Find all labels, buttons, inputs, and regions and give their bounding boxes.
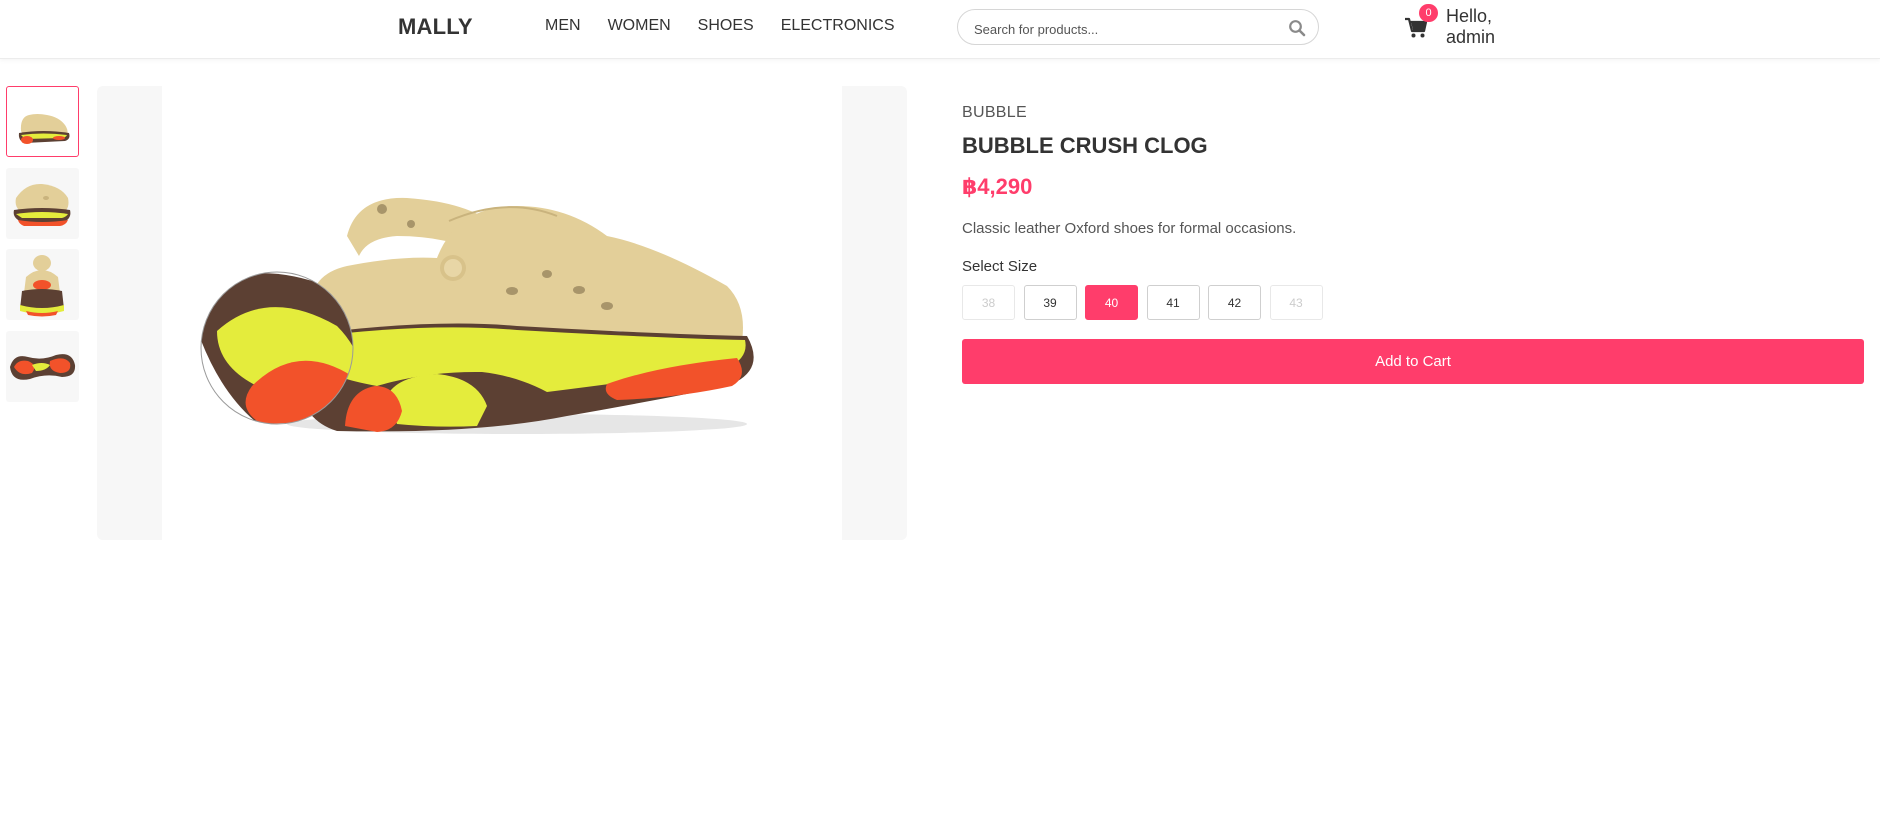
cart-count-badge: 0 xyxy=(1419,4,1438,22)
nav-item-shoes[interactable]: SHOES xyxy=(698,17,754,35)
thumbnail-4[interactable] xyxy=(6,331,79,402)
product-price: ฿4,290 xyxy=(962,174,1033,199)
size-option-38: 38 xyxy=(962,285,1015,320)
product-title: BUBBLE CRUSH CLOG xyxy=(962,133,1208,158)
size-option-40[interactable]: 40 xyxy=(1085,285,1138,320)
greeting-username: admin xyxy=(1446,27,1496,47)
site-logo[interactable]: MALLY xyxy=(398,14,473,40)
size-option-41[interactable]: 41 xyxy=(1146,285,1200,320)
add-to-cart-button[interactable]: Add to Cart xyxy=(962,339,1864,384)
size-option-39[interactable]: 39 xyxy=(1023,285,1077,320)
search-bar xyxy=(957,9,1319,45)
site-header: MALLY MEN WOMEN SHOES ELECTRONICS 0 Hell… xyxy=(0,0,1880,59)
size-selector-label: Select Size xyxy=(962,258,1038,275)
main-nav: MEN WOMEN SHOES ELECTRONICS xyxy=(545,17,921,35)
product-brand[interactable]: BUBBLE xyxy=(962,104,1027,122)
product-description: Classic leather Oxford shoes for formal … xyxy=(962,220,1297,237)
nav-item-men[interactable]: MEN xyxy=(545,17,581,35)
clog-sole-thumbnail-image xyxy=(10,354,76,380)
size-selector: 38 39 40 41 42 43 xyxy=(962,285,1331,320)
greeting-hello: Hello, xyxy=(1446,6,1493,26)
clog-front-thumbnail-image xyxy=(20,255,64,317)
search-icon[interactable] xyxy=(1288,19,1306,37)
user-greeting[interactable]: Hello, admin xyxy=(1446,6,1526,48)
size-option-43: 43 xyxy=(1269,285,1323,320)
thumbnail-2[interactable] xyxy=(6,168,79,239)
clog-side-thumbnail-image xyxy=(18,114,70,144)
thumbnail-3[interactable] xyxy=(6,249,79,320)
product-main-image[interactable] xyxy=(97,86,907,540)
clog-angle-thumbnail-image xyxy=(13,183,71,226)
search-input[interactable] xyxy=(972,18,1276,40)
clog-main-image xyxy=(200,197,754,434)
nav-item-electronics[interactable]: ELECTRONICS xyxy=(781,17,895,35)
nav-item-women[interactable]: WOMEN xyxy=(608,17,671,35)
size-option-42[interactable]: 42 xyxy=(1208,285,1261,320)
thumbnail-1[interactable] xyxy=(6,86,79,157)
